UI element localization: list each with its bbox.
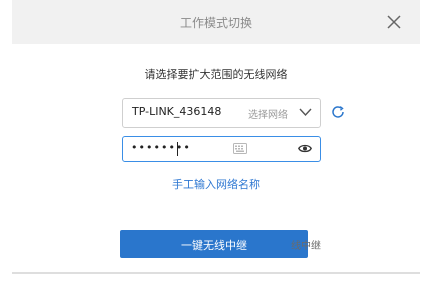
password-masked-value: •••••••• <box>131 141 191 154</box>
dialog-title: 工作模式切换 <box>179 16 252 30</box>
wifi-repeater-dialog: 工作模式切换 请选择要扩大范围的无线网络 TP-LINK_436148 选择网络… <box>12 0 420 290</box>
one-click-repeater-button[interactable]: 一键无线中继 <box>120 230 308 258</box>
keyboard-icon[interactable] <box>233 143 247 154</box>
refresh-icon[interactable] <box>330 104 346 120</box>
password-field[interactable]: •••••••• <box>122 136 321 162</box>
dialog-header: 工作模式切换 <box>12 0 420 44</box>
select-network-hint: 选择网络 <box>248 110 288 121</box>
one-click-repeater-label: 一键无线中继 <box>181 239 247 252</box>
manual-network-name-link[interactable]: 手工输入网络名称 <box>12 176 420 192</box>
bottom-divider <box>12 272 420 274</box>
text-caret <box>177 142 178 156</box>
close-icon[interactable] <box>386 14 402 30</box>
network-select[interactable]: TP-LINK_436148 选择网络 <box>122 98 321 128</box>
eye-icon[interactable] <box>298 143 312 154</box>
overlapping-label: 线中继 <box>291 241 321 252</box>
selected-network-ssid: TP-LINK_436148 <box>132 105 222 118</box>
select-network-prompt: 请选择要扩大范围的无线网络 <box>144 68 288 81</box>
chevron-down-icon <box>299 108 312 117</box>
